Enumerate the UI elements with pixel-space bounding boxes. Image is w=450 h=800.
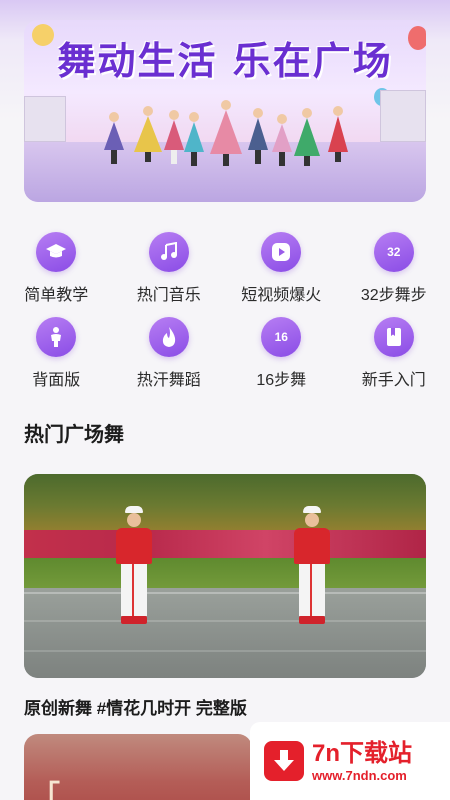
section-title-hot-dances: 热门广场舞 [24,424,124,446]
thumbnail-hedge [24,558,426,588]
dancer-figure [328,106,348,162]
dancer-figure [210,100,242,166]
thumbnail-ground [24,588,426,678]
category-hot-music[interactable]: 热门音乐 [113,232,226,305]
flame-icon [148,317,189,357]
dancer-figure [248,108,268,164]
site-watermark: 7n下载站 www.7ndn.com [250,722,450,800]
category-short-video[interactable]: 短视频爆火 [225,232,338,305]
play-icon [261,232,302,272]
graduation-cap-icon [36,232,77,272]
category-label: 32步舞步 [360,287,427,304]
category-32-steps[interactable]: 32 32步舞步 [338,232,450,305]
category-label: 热门音乐 [136,287,201,304]
category-back-view[interactable]: 背面版 [0,317,113,390]
category-label: 简单教学 [24,287,89,304]
category-label: 背面版 [32,372,81,389]
hero-banner[interactable]: 舞动生活 乐在广场 [24,20,426,202]
video-card-thumbnail[interactable] [24,474,426,678]
watermark-url: www.7ndn.com [312,767,407,783]
category-label: 热汗舞蹈 [136,372,201,389]
dancer-figure-right [290,506,334,624]
category-sweat-dance[interactable]: 热汗舞蹈 [113,317,226,390]
dancer-figure [272,114,292,166]
number-32-icon: 32 [373,232,414,272]
category-label: 新手入门 [361,372,426,389]
building-decoration [24,96,66,142]
dancer-figure [164,110,184,164]
category-16-steps[interactable]: 16 16步舞 [225,317,338,390]
person-icon [36,317,77,357]
banner-title: 舞动生活 乐在广场 [57,39,393,83]
download-arrow-icon [264,741,304,781]
dancer-figure [134,106,162,162]
category-label: 短视频爆火 [241,287,322,304]
video-card-thumbnail-2[interactable]: 「… [24,734,252,800]
dancer-figure [184,112,204,166]
category-simple-teaching[interactable]: 简单教学 [0,232,113,305]
music-note-icon [148,232,189,272]
category-label: 16步舞 [256,372,307,389]
category-beginner[interactable]: 新手入门 [338,317,450,390]
category-grid: 简单教学 热门音乐 短视频爆火 32 32步舞步 背面版 热汗舞蹈 16 16步… [0,232,450,390]
bookmark-icon [373,317,414,357]
dancer-figure [294,108,320,166]
number-16-icon: 16 [261,317,302,357]
video-title[interactable]: 原创新舞 #情花几时开 完整版 [24,694,247,719]
building-decoration [380,90,426,142]
dancer-figure [104,112,124,164]
watermark-name: 7n下载站 [312,739,413,767]
thumbnail-caption: 「… [32,780,97,800]
dancer-figure-left [112,506,156,624]
